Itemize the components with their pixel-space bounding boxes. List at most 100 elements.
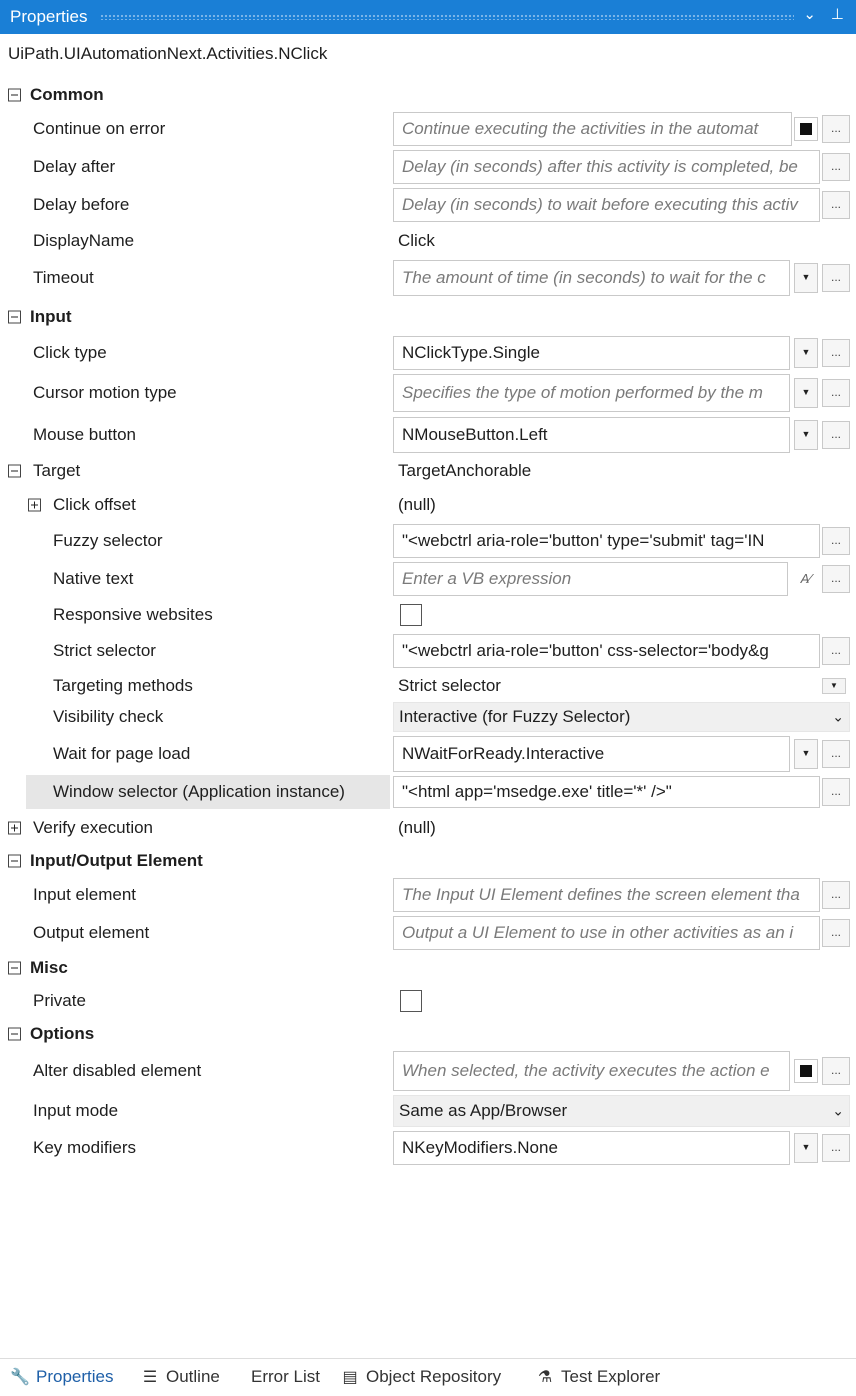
delay-after-field[interactable]: Delay (in seconds) after this activity i…: [393, 150, 820, 184]
expression-editor-icon[interactable]: A⁄: [794, 566, 818, 592]
property-label: Target: [33, 461, 81, 480]
property-grid: Common Continue on error Continue execut…: [0, 80, 856, 1170]
ellipsis-button[interactable]: ...: [822, 1134, 850, 1162]
chevron-down-icon[interactable]: ⌄: [832, 1103, 844, 1120]
continue-on-error-field[interactable]: Continue executing the activities in the…: [393, 112, 792, 146]
display-name-value[interactable]: Click: [398, 231, 435, 251]
dropdown-arrow-icon[interactable]: ▼: [794, 338, 818, 368]
property-label: Native text: [53, 569, 134, 588]
fuzzy-selector-field[interactable]: "<webctrl aria-role='button' type='submi…: [393, 524, 820, 558]
mouse-button-field[interactable]: NMouseButton.Left: [393, 417, 790, 453]
ellipsis-button[interactable]: ...: [822, 919, 850, 947]
property-label: Input element: [33, 885, 137, 904]
property-label: Output element: [33, 923, 150, 942]
collapse-icon[interactable]: [8, 464, 21, 478]
tab-error-list[interactable]: Error List: [251, 1367, 320, 1387]
dropdown-arrow-icon[interactable]: ▼: [794, 420, 818, 450]
tab-test-explorer[interactable]: ⚗ Test Explorer: [535, 1367, 660, 1387]
category-input[interactable]: Input: [0, 302, 856, 332]
category-common[interactable]: Common: [0, 80, 856, 110]
row-alter-disabled-element: Alter disabled element When selected, th…: [0, 1050, 856, 1092]
row-strict-selector: Strict selector "<webctrl aria-role='but…: [0, 633, 856, 669]
category-label: Options: [30, 1024, 95, 1043]
visibility-check-select[interactable]: Interactive (for Fuzzy Selector): [393, 702, 850, 732]
category-misc[interactable]: Misc: [0, 953, 856, 983]
collapse-icon[interactable]: [8, 1027, 21, 1041]
key-modifiers-field[interactable]: NKeyModifiers.None: [393, 1131, 790, 1165]
property-label: Window selector (Application instance): [53, 782, 345, 801]
click-offset-value: (null): [398, 495, 436, 514]
ellipsis-button[interactable]: ...: [822, 565, 850, 593]
timeout-field[interactable]: The amount of time (in seconds) to wait …: [393, 260, 790, 296]
ellipsis-button[interactable]: ...: [822, 191, 850, 219]
pin-icon[interactable]: ⊥: [831, 5, 844, 23]
output-element-field[interactable]: Output a UI Element to use in other acti…: [393, 916, 820, 950]
row-mouse-button: Mouse button NMouseButton.Left ▼ ...: [0, 416, 856, 454]
ellipsis-button[interactable]: ...: [822, 421, 850, 449]
chevron-down-icon[interactable]: ⌄: [832, 709, 844, 726]
ellipsis-button[interactable]: ...: [822, 527, 850, 555]
tab-properties[interactable]: 🔧 Properties: [10, 1367, 113, 1387]
category-input-output-element[interactable]: Input/Output Element: [0, 846, 856, 876]
row-input-element: Input element The Input UI Element defin…: [0, 877, 856, 913]
row-targeting-methods: Targeting methods Strict selector ▼: [0, 671, 856, 701]
delay-before-field[interactable]: Delay (in seconds) to wait before execut…: [393, 188, 820, 222]
property-label: Timeout: [33, 268, 94, 287]
ellipsis-button[interactable]: ...: [822, 115, 850, 143]
ellipsis-button[interactable]: ...: [822, 637, 850, 665]
property-label: Click offset: [53, 495, 136, 514]
ellipsis-button[interactable]: ...: [822, 1057, 850, 1085]
dropdown-arrow-icon[interactable]: ▼: [794, 1133, 818, 1163]
property-label: Mouse button: [33, 425, 137, 444]
strict-selector-field[interactable]: "<webctrl aria-role='button' css-selecto…: [393, 634, 820, 668]
private-checkbox[interactable]: [400, 990, 422, 1012]
collapse-icon[interactable]: [8, 854, 21, 868]
row-wait-for-page-load: Wait for page load NWaitForReady.Interac…: [0, 735, 856, 773]
ellipsis-button[interactable]: ...: [822, 339, 850, 367]
checkbox-toggle-icon[interactable]: [794, 117, 818, 141]
property-label: Input mode: [33, 1101, 119, 1120]
chevron-down-icon[interactable]: ⌄: [803, 5, 816, 23]
ellipsis-button[interactable]: ...: [822, 740, 850, 768]
panel-title: Properties: [10, 7, 88, 26]
property-label: Key modifiers: [33, 1138, 136, 1157]
tab-outline[interactable]: ☰ Outline: [140, 1367, 220, 1387]
click-type-field[interactable]: NClickType.Single: [393, 336, 790, 370]
ellipsis-button[interactable]: ...: [822, 264, 850, 292]
tab-object-repository[interactable]: ▤ Object Repository: [340, 1367, 501, 1387]
property-label: Targeting methods: [53, 676, 193, 695]
row-target: Target TargetAnchorable: [0, 456, 856, 486]
responsive-websites-checkbox[interactable]: [400, 604, 422, 626]
window-selector-field[interactable]: "<html app='msedge.exe' title='*' />": [393, 776, 820, 808]
dropdown-arrow-icon[interactable]: ▼: [822, 678, 846, 694]
ellipsis-button[interactable]: ...: [822, 379, 850, 407]
checkbox-toggle-icon[interactable]: [794, 1059, 818, 1083]
wait-for-page-load-field[interactable]: NWaitForReady.Interactive: [393, 736, 790, 772]
native-text-field[interactable]: Enter a VB expression: [393, 562, 788, 596]
expand-icon[interactable]: [28, 498, 41, 512]
expand-icon[interactable]: [8, 821, 21, 835]
ellipsis-button[interactable]: ...: [822, 778, 850, 806]
property-label: Continue on error: [33, 119, 166, 138]
dropdown-arrow-icon[interactable]: ▼: [794, 378, 818, 408]
targeting-methods-value[interactable]: Strict selector: [398, 676, 501, 696]
cursor-motion-type-field[interactable]: Specifies the type of motion performed b…: [393, 374, 790, 412]
input-element-field[interactable]: The Input UI Element defines the screen …: [393, 878, 820, 912]
collapse-icon[interactable]: [8, 310, 21, 324]
property-label: Visibility check: [53, 707, 164, 726]
collapse-icon[interactable]: [8, 961, 21, 975]
input-mode-select[interactable]: Same as App/Browser: [393, 1095, 850, 1127]
ellipsis-button[interactable]: ...: [822, 153, 850, 181]
property-label: Strict selector: [53, 641, 156, 660]
collapse-icon[interactable]: [8, 88, 21, 102]
category-options[interactable]: Options: [0, 1019, 856, 1049]
row-click-offset: Click offset (null): [0, 489, 856, 521]
dropdown-arrow-icon[interactable]: ▼: [794, 739, 818, 769]
dropdown-arrow-icon[interactable]: ▼: [794, 263, 818, 293]
row-display-name: DisplayName Click: [0, 225, 856, 257]
alter-disabled-element-field[interactable]: When selected, the activity executes the…: [393, 1051, 790, 1091]
activity-type-name: UiPath.UIAutomationNext.Activities.NClic…: [8, 44, 328, 63]
ellipsis-button[interactable]: ...: [822, 881, 850, 909]
repository-icon: ▤: [342, 1369, 358, 1386]
property-label: Cursor motion type: [33, 383, 177, 402]
